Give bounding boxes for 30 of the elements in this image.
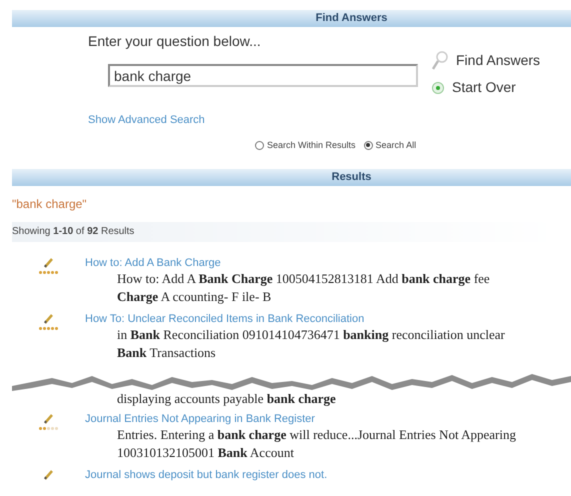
start-over-icon bbox=[432, 82, 444, 94]
result-snippet: Bank Transactions bbox=[116, 344, 217, 362]
search-field[interactable]: bank charge bbox=[108, 64, 418, 87]
panel-title: Results bbox=[332, 170, 372, 185]
find-answers-button[interactable]: Find Answers bbox=[456, 50, 540, 71]
radio-label: Search Within Results bbox=[267, 138, 356, 152]
search-icon bbox=[432, 50, 448, 70]
result-title-link[interactable]: How To: Unclear Reconciled Items in Bank Reconciliation bbox=[85, 312, 505, 326]
panel-title: Find Answers bbox=[316, 11, 388, 26]
pencil-icon bbox=[44, 468, 54, 480]
pencil-icon bbox=[44, 256, 54, 268]
result-snippet: in Bank Reconciliation 091014104736471 banking reconciliation unclear bbox=[116, 326, 505, 344]
result-title-link[interactable]: How to: Add A Bank Charge bbox=[85, 256, 490, 270]
results-count: Showing 1-10 of 92 Results bbox=[12, 225, 134, 239]
radio-button[interactable] bbox=[364, 140, 373, 150]
radio-button[interactable] bbox=[255, 140, 264, 150]
radio-label: Search All bbox=[376, 138, 416, 152]
result-snippet: Charge A ccounting- F ile- B bbox=[116, 288, 272, 306]
pencil-icon bbox=[44, 412, 54, 424]
result-snippet: displaying accounts payable bank charge bbox=[117, 390, 337, 408]
start-over-button[interactable]: Start Over bbox=[452, 77, 516, 98]
result-snippet: How to: Add A Bank Charge 100504152813181 Add bank charge fee bbox=[116, 270, 490, 288]
result-title-link[interactable]: Journal Entries Not Appearing in Bank Register bbox=[85, 412, 516, 426]
result-snippet: 100310132105001 Bank Account bbox=[116, 444, 295, 462]
result-snippet: Entries. Entering a bank charge will reduce...Journal Entries Not Appearing bbox=[116, 426, 516, 444]
prompt-text: Enter your question below... bbox=[88, 32, 262, 51]
query-text: "bank charge" bbox=[12, 196, 87, 210]
advanced-search-link[interactable]: Show Advanced Search bbox=[88, 114, 205, 126]
pencil-icon bbox=[44, 312, 54, 324]
result-title-link[interactable]: Journal shows deposit but bank register does not. bbox=[85, 468, 328, 482]
